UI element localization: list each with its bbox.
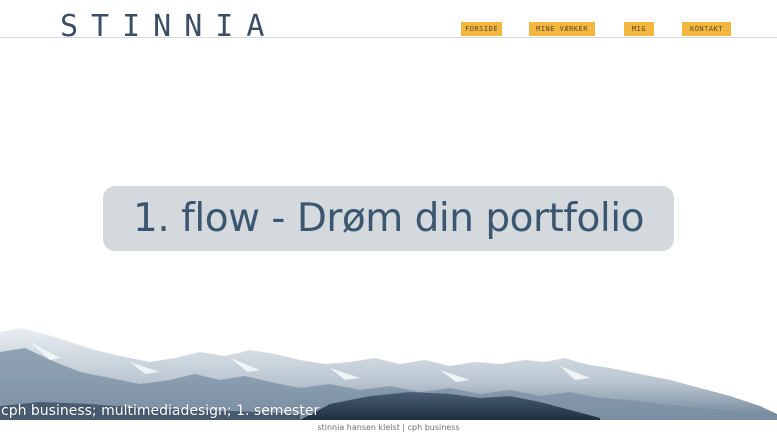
nav-forside[interactable]: FORSIDE [461,22,502,36]
page-title-box: 1. flow - Drøm din portfolio [103,186,674,251]
site-header: STINNIA FORSIDE MINE VÆRKER MIG KONTAKT [0,0,777,44]
site-logo[interactable]: STINNIA [60,10,277,44]
nav-mine-vaerker[interactable]: MINE VÆRKER [529,22,595,36]
page-title: 1. flow - Drøm din portfolio [133,196,644,241]
site-footer: stinnia hansen kleist | cph business [317,423,460,432]
course-subtitle: cph business; multimediadesign; 1. semes… [1,403,320,419]
nav-kontakt[interactable]: KONTAKT [682,22,731,36]
nav-mig[interactable]: MIG [624,22,654,36]
